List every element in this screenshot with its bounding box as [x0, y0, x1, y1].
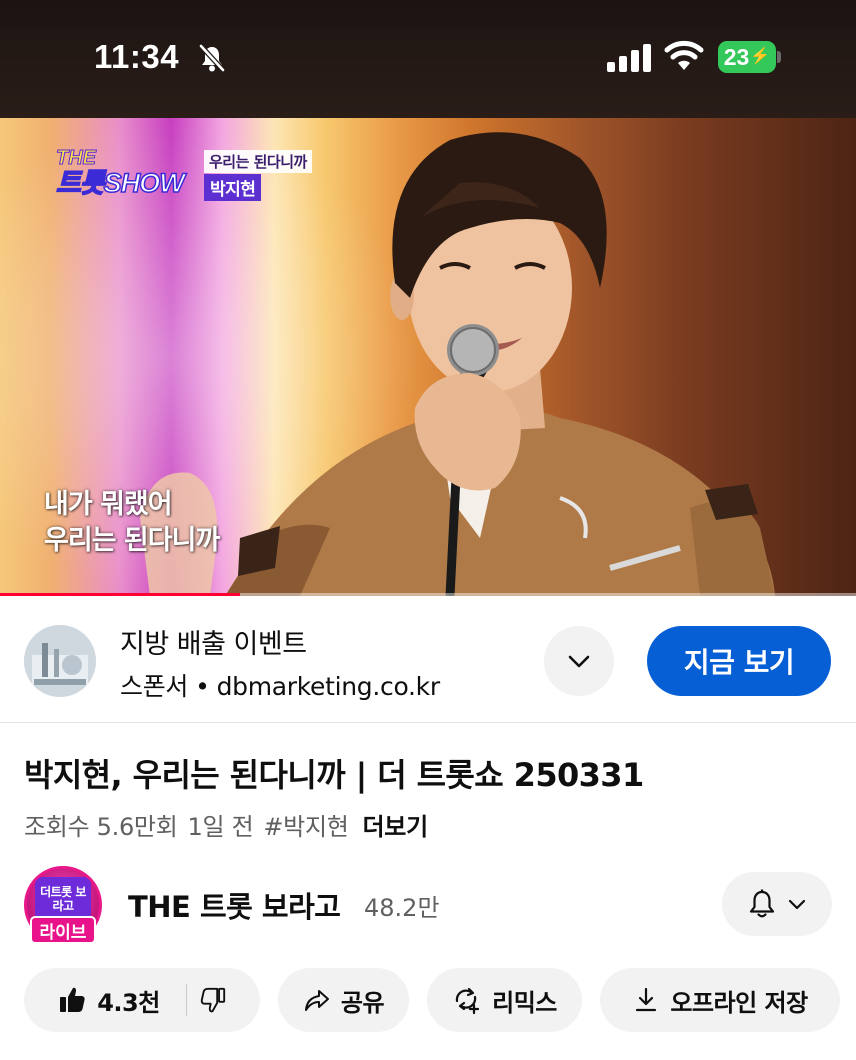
status-time: 11:34	[94, 38, 180, 75]
download-button[interactable]: 오프라인 저장	[600, 968, 840, 1032]
ad-thumbnail-image	[24, 625, 96, 697]
charging-bolt-icon: ⚡	[750, 48, 771, 65]
channel-avatar-text: 더트롯 보라고	[35, 877, 91, 921]
cellular-signal-icon	[607, 44, 651, 72]
remix-icon	[455, 987, 480, 1015]
thumbs-down-icon[interactable]	[199, 986, 227, 1014]
download-icon	[636, 987, 657, 1012]
ad-thumbnail[interactable]	[24, 625, 96, 697]
share-arrow-icon	[304, 990, 329, 1011]
remix-button[interactable]: 리믹스	[427, 968, 582, 1032]
ad-expand-button[interactable]	[544, 626, 614, 696]
ad-title[interactable]: 지방 배출 이벤트	[120, 622, 307, 661]
separator-dot: •	[195, 672, 210, 701]
bell-icon	[749, 889, 775, 918]
view-count: 조회수 5.6만회	[24, 813, 178, 841]
ad-watch-now-button[interactable]: 지금 보기	[647, 626, 831, 696]
bell-slash-icon	[199, 44, 225, 72]
share-label: 공유	[340, 988, 385, 1017]
show-logo-bottom: 트롯SHOW	[55, 167, 185, 199]
ad-domain: dbmarketing.co.kr	[216, 672, 441, 701]
lyric-line-1: 내가 뭐랬어	[44, 489, 173, 520]
live-badge[interactable]: 라이브	[30, 916, 96, 944]
lyric-line-2: 우리는 된다니까	[44, 525, 220, 556]
show-logo: THE 트롯SHOW	[55, 147, 198, 208]
wifi-icon	[664, 40, 704, 70]
chevron-down-icon	[568, 655, 590, 668]
download-label: 오프라인 저장	[670, 988, 808, 1017]
sponsor-label: 스폰서	[120, 672, 189, 701]
status-bar: 11:34 23 ⚡	[0, 0, 856, 118]
battery-indicator: 23 ⚡	[718, 41, 776, 73]
singer-name-caption: 박지현	[204, 174, 262, 201]
like-dislike-group: 4.3천	[24, 968, 260, 1032]
video-title[interactable]: 박지현, 우리는 된다니까 | 더 트롯쇼 250331	[24, 750, 644, 796]
video-progress-fill	[0, 593, 240, 596]
song-title-caption: 우리는 된다니까	[204, 150, 312, 173]
chevron-down-icon	[788, 899, 806, 910]
like-count[interactable]: 4.3천	[97, 983, 160, 1018]
video-player[interactable]: THE 트롯SHOW 우리는 된다니까 박지현 내가 뭐랬어 우리는 된다니까	[0, 118, 856, 596]
ad-sponsor-line: 스폰서 • dbmarketing.co.kr	[120, 667, 440, 703]
battery-level: 23	[723, 43, 750, 70]
like-divider	[185, 984, 187, 1016]
hashtag-link[interactable]: #박지현	[263, 813, 348, 841]
show-logo-top: THE	[56, 147, 97, 169]
more-link[interactable]: 더보기	[363, 813, 429, 841]
share-button[interactable]: 공유	[278, 968, 409, 1032]
remix-label: 리믹스	[492, 988, 557, 1017]
notification-bell-button[interactable]	[722, 872, 832, 936]
upload-age: 1일 전	[187, 813, 254, 841]
thumbs-up-icon[interactable]	[57, 985, 87, 1015]
subscriber-count: 48.2만	[364, 894, 440, 922]
channel-name[interactable]: THE 트롯 보라고	[128, 884, 341, 926]
video-meta[interactable]: 조회수 5.6만회 1일 전 #박지현 더보기	[24, 807, 438, 842]
battery-cap	[777, 51, 781, 63]
video-progress-bar[interactable]	[0, 593, 856, 596]
sponsored-ad-panel[interactable]: 지방 배출 이벤트 스폰서 • dbmarketing.co.kr 지금 보기	[0, 598, 856, 723]
